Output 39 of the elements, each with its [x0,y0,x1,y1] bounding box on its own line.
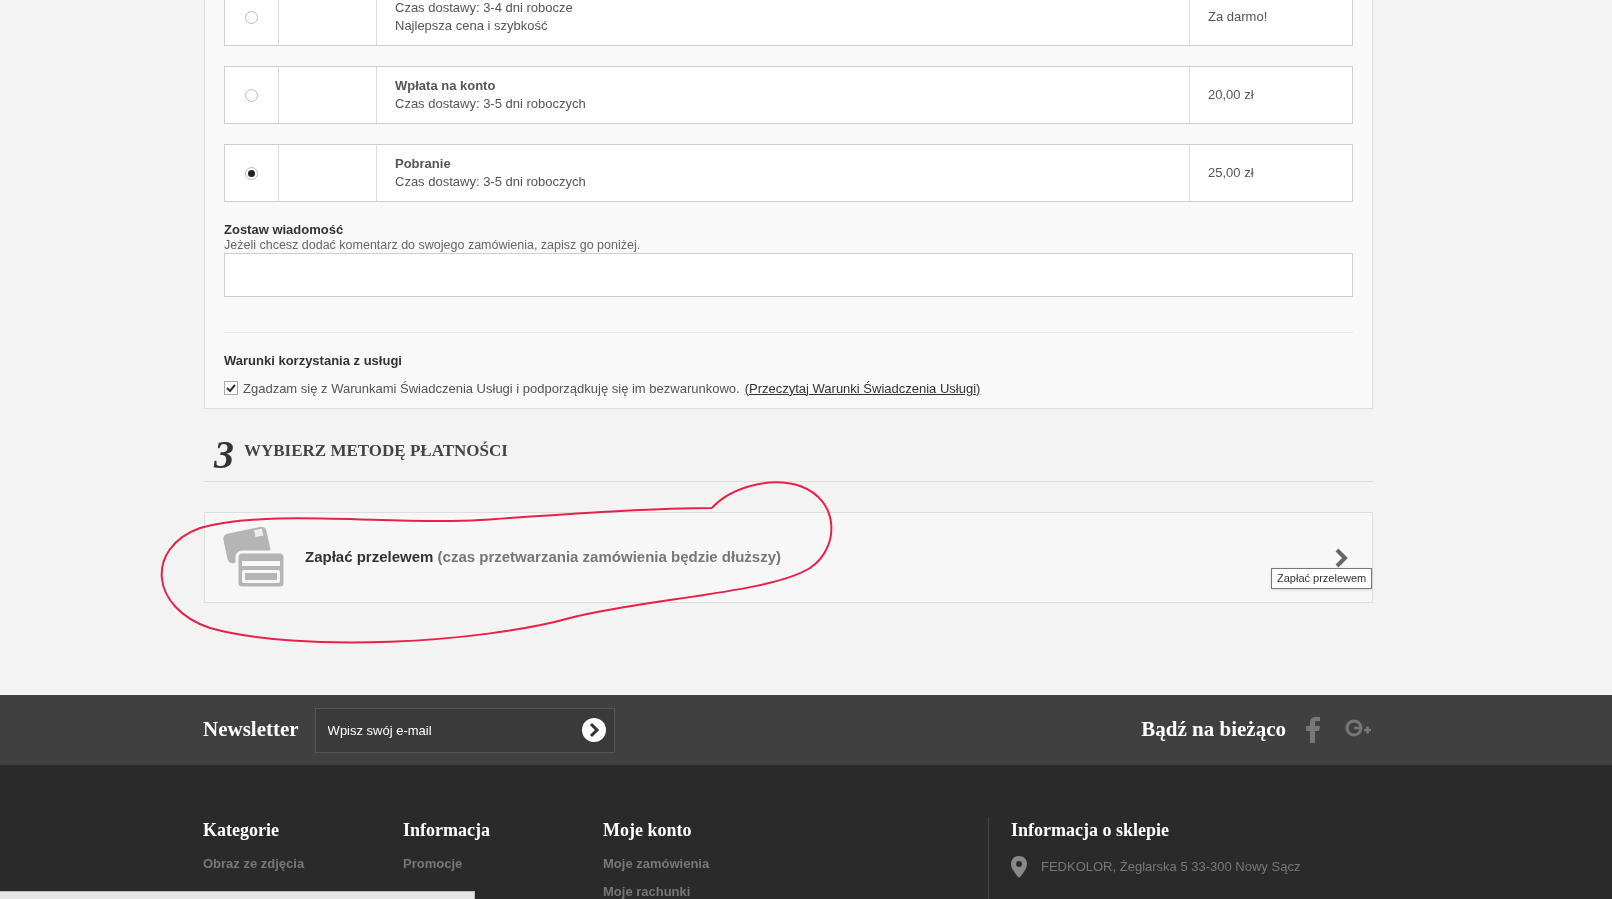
shop-address: FEDKOLOR, Żeglarska 5 33-300 Nowy Sącz [1041,858,1301,877]
option-detail: Czas dostawy: 3-4 dni robocze [395,0,574,17]
checkbox[interactable] [224,381,238,396]
footer-heading: Moje konto [603,819,693,842]
option-price: Za darmo! [1208,8,1268,27]
option-price: 25,00 zł [1208,164,1254,183]
terms-text: Zgadzam się z Warunkami Świadczenia Usługi i podporządkuję się im bezwarunkowo. [243,379,740,398]
radio-button[interactable] [245,10,258,24]
shipping-option[interactable]: Pobranie Czas dostawy: 3-5 dni roboczych 25,00 zł [224,144,1353,202]
option-name: Pobranie [395,155,452,173]
section-hint: Jeżeli chcesz dodać komentarz do swojego zamówienia, zapisz go poniżej. [224,238,642,252]
payment-label: Zapłać przelewem (czas przetwarzania zamówienia będzie dłuższy) [305,547,781,568]
tooltip: Zapłać przelewem [1271,568,1373,589]
option-detail: Czas dostawy: 3-5 dni roboczych [395,173,587,191]
step-number: 3 [214,437,234,473]
section-title: Warunki korzystania z usługi [224,352,403,370]
credit-card-icon [221,525,287,590]
radio-button[interactable] [245,166,258,180]
newsletter-title: Newsletter [203,716,299,744]
radio-button[interactable] [245,88,258,102]
footer-heading: Informacja [403,819,491,842]
map-pin-icon [1011,856,1027,878]
chevron-right-icon [1334,547,1348,568]
message-field[interactable] [224,253,1353,297]
terms-link[interactable]: (Przeczytaj Warunki Świadczenia Usługi) [744,378,981,398]
email-field[interactable]: Wpisz swój e-mail [314,707,615,753]
footer-heading: Informacja o sklepie [1011,819,1170,842]
option-detail: Czas dostawy: 3-5 dni roboczych [395,95,587,113]
section-title: Zostaw wiadomość [224,222,345,238]
option-name: Wpłata na konto [395,77,497,95]
option-detail: Najlepsza cena i szybkość [395,17,549,35]
shipping-option[interactable]: Czas dostawy: 3-4 dni robocze Najlepsza cena i szybkość Za darmo! [224,0,1353,46]
option-price: 20,00 zł [1208,86,1254,105]
facebook-icon[interactable] [1306,717,1320,743]
shipping-option[interactable]: Wpłata na konto Czas dostawy: 3-5 dni roboczych 20,00 zł [224,66,1353,124]
check-icon [226,383,236,394]
footer-heading: Kategorie [203,819,280,842]
step-title: WYBIERZ METODĘ PŁATNOŚCI [244,439,508,462]
social-title: Bądź na bieżąco [1141,716,1286,744]
